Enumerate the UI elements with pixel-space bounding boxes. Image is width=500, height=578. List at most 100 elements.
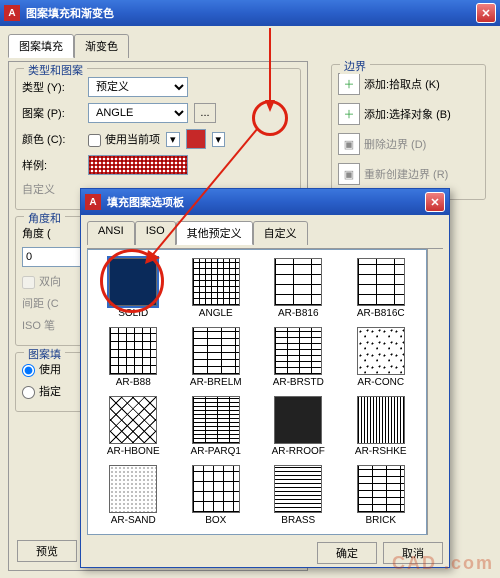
recreate-boundary-icon: ▣ bbox=[338, 163, 360, 185]
remove-label: 删除边界 (D) bbox=[364, 136, 426, 152]
pattern-cell-ar-rroof[interactable]: AR-RROOF bbox=[259, 394, 338, 459]
pattern-name: AR-HBONE bbox=[107, 446, 160, 457]
pattern-swatch bbox=[192, 465, 240, 513]
pattern-name: AR-SAND bbox=[111, 515, 156, 526]
pattern-name: AR-B816C bbox=[357, 308, 405, 319]
child-titlebar: A 填充图案选项板 ✕ bbox=[81, 189, 449, 215]
pattern-cell-ar-sand[interactable]: AR-SAND bbox=[94, 463, 173, 528]
pattern-name: SOLID bbox=[118, 308, 148, 319]
double-label: 双向 bbox=[39, 276, 61, 288]
app-icon: A bbox=[85, 194, 101, 210]
type-select[interactable]: 预定义 bbox=[88, 77, 188, 97]
sample-swatch[interactable] bbox=[88, 155, 188, 175]
close-icon: ✕ bbox=[481, 7, 490, 20]
pattern-cell-ar-b88[interactable]: AR-B88 bbox=[94, 325, 173, 390]
pattern-name: AR-RSHKE bbox=[355, 446, 407, 457]
pattern-name: AR-B88 bbox=[116, 377, 151, 388]
pattern-name: AR-BRELM bbox=[190, 377, 242, 388]
pattern-swatch bbox=[274, 258, 322, 306]
angle-label: 角度 ( bbox=[22, 225, 82, 241]
opt-spec-wrap[interactable]: 指定 bbox=[22, 383, 61, 399]
type-label: 类型 (Y): bbox=[22, 79, 82, 95]
pattern-swatch bbox=[109, 396, 157, 444]
select-obj-icon[interactable]: ＋ bbox=[338, 103, 360, 125]
pattern-swatch bbox=[274, 327, 322, 375]
close-button[interactable]: ✕ bbox=[476, 3, 496, 23]
use-current-label: 使用当前项 bbox=[105, 134, 160, 146]
pattern-swatch bbox=[357, 327, 405, 375]
pattern-cell-ar-brstd[interactable]: AR-BRSTD bbox=[259, 325, 338, 390]
watermark: CAD .com bbox=[392, 553, 494, 574]
pattern-select[interactable]: ANGLE bbox=[88, 103, 188, 123]
double-wrap[interactable]: 双向 bbox=[22, 273, 61, 289]
pattern-swatch bbox=[109, 465, 157, 513]
tab-custom[interactable]: 自定义 bbox=[253, 221, 308, 245]
pattern-cell-ar-brelm[interactable]: AR-BRELM bbox=[177, 325, 256, 390]
pattern-cell-angle[interactable]: ANGLE bbox=[177, 256, 256, 321]
pattern-swatch bbox=[357, 258, 405, 306]
angle-input[interactable] bbox=[22, 247, 82, 267]
dropdown-icon[interactable]: ▾ bbox=[166, 132, 180, 147]
pattern-cell-solid[interactable]: SOLID bbox=[94, 256, 173, 321]
pattern-cell-ar-rshke[interactable]: AR-RSHKE bbox=[342, 394, 421, 459]
opt-spec-radio[interactable] bbox=[22, 386, 35, 399]
pattern-label: 图案 (P): bbox=[22, 105, 82, 121]
boundary-title: 边界 bbox=[340, 58, 370, 74]
pattern-cell-ar-hbone[interactable]: AR-HBONE bbox=[94, 394, 173, 459]
pattern-browse-button[interactable]: ... bbox=[194, 103, 216, 123]
boundary-group: 边界 ＋添加:拾取点 (K) ＋添加:选择对象 (B) ▣删除边界 (D) ▣重… bbox=[331, 64, 486, 200]
pattern-swatch bbox=[274, 465, 322, 513]
pattern-name: AR-RROOF bbox=[272, 446, 325, 457]
main-titlebar: A 图案填充和渐变色 ✕ bbox=[0, 0, 500, 26]
pick-point-icon[interactable]: ＋ bbox=[338, 73, 360, 95]
vertical-scrollbar[interactable] bbox=[427, 249, 443, 535]
use-current-checkbox[interactable] bbox=[88, 134, 101, 147]
opt-use-wrap[interactable]: 使用 bbox=[22, 361, 61, 377]
pattern-name: BRICK bbox=[365, 515, 396, 526]
tab-ansi[interactable]: ANSI bbox=[87, 221, 135, 245]
pattern-cell-ar-b816[interactable]: AR-B816 bbox=[259, 256, 338, 321]
pattern-swatch bbox=[274, 396, 322, 444]
opt-use-radio[interactable] bbox=[22, 364, 35, 377]
pattern-name: AR-B816 bbox=[278, 308, 319, 319]
color-cb-wrap[interactable]: 使用当前项 bbox=[88, 131, 160, 147]
add-pick-label[interactable]: 添加:拾取点 (K) bbox=[364, 76, 440, 92]
pattern-name: BOX bbox=[205, 515, 226, 526]
main-tabs: 图案填充 渐变色 bbox=[8, 34, 492, 58]
custom-label: 自定义 bbox=[22, 181, 82, 197]
opt-use-label: 使用 bbox=[39, 364, 61, 376]
color-swatch[interactable] bbox=[186, 129, 206, 149]
pattern-cell-ar-conc[interactable]: AR-CONC bbox=[342, 325, 421, 390]
dropdown-icon[interactable]: ▾ bbox=[212, 132, 226, 147]
preview-button[interactable]: 预览 bbox=[17, 540, 77, 562]
child-close-button[interactable]: ✕ bbox=[425, 192, 445, 212]
ok-button[interactable]: 确定 bbox=[317, 542, 377, 564]
type-group-title: 类型和图案 bbox=[24, 62, 87, 78]
pattern-swatch bbox=[192, 327, 240, 375]
pattern-cell-ar-parq1[interactable]: AR-PARQ1 bbox=[177, 394, 256, 459]
pattern-cell-ar-b816c[interactable]: AR-B816C bbox=[342, 256, 421, 321]
pattern-name: ANGLE bbox=[199, 308, 233, 319]
pattern-swatch bbox=[357, 465, 405, 513]
pattern-name: BRASS bbox=[281, 515, 315, 526]
fill-group-title: 图案填 bbox=[24, 346, 65, 362]
child-body: ANSI ISO 其他预定义 自定义 SOLID ANGLE AR-B816 AR-B… bbox=[81, 215, 449, 567]
tab-iso[interactable]: ISO bbox=[135, 221, 176, 245]
sample-label: 样例: bbox=[22, 157, 82, 173]
color-label: 颜色 (C): bbox=[22, 131, 82, 147]
pattern-name: AR-PARQ1 bbox=[191, 446, 241, 457]
pattern-swatch bbox=[357, 396, 405, 444]
pattern-palette-dialog: A 填充图案选项板 ✕ ANSI ISO 其他预定义 自定义 SOLID ANGL… bbox=[80, 188, 450, 568]
iso-label: ISO 笔 bbox=[22, 317, 82, 333]
pattern-cell-brick[interactable]: BRICK bbox=[342, 463, 421, 528]
pattern-cell-box[interactable]: BOX bbox=[177, 463, 256, 528]
add-select-label[interactable]: 添加:选择对象 (B) bbox=[364, 106, 451, 122]
close-icon: ✕ bbox=[430, 196, 439, 209]
pattern-grid[interactable]: SOLID ANGLE AR-B816 AR-B816C AR-B88 AR-BRELM A… bbox=[87, 249, 427, 535]
child-title: 填充图案选项板 bbox=[107, 194, 184, 210]
pattern-cell-brass[interactable]: BRASS bbox=[259, 463, 338, 528]
pattern-name: AR-BRSTD bbox=[273, 377, 324, 388]
tab-other[interactable]: 其他预定义 bbox=[176, 221, 253, 245]
tab-hatch[interactable]: 图案填充 bbox=[8, 34, 74, 58]
tab-gradient[interactable]: 渐变色 bbox=[74, 34, 129, 58]
